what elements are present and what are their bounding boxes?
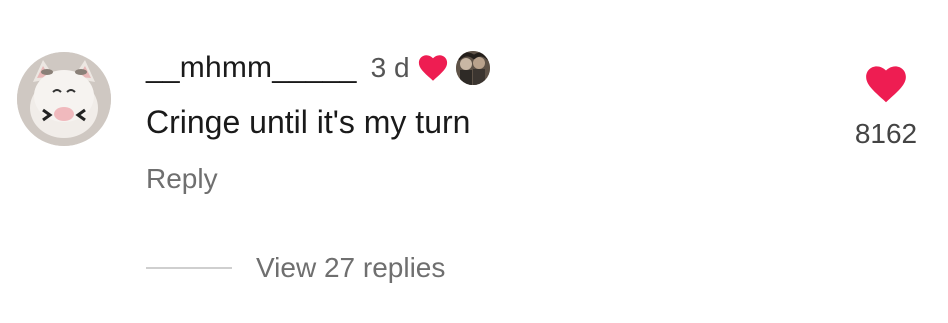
like-block: 8162 [846,66,926,150]
creator-avatar-icon [455,51,490,85]
view-replies-label[interactable]: View 27 replies [256,252,445,284]
view-replies-button[interactable]: View 27 replies [146,248,445,288]
reply-button[interactable]: Reply [146,163,218,195]
username[interactable]: __mhmm_____ [146,51,357,85]
like-count: 8162 [854,118,918,149]
comment-item: __mhmm_____ 3 d Cringe until it's my tur… [0,0,948,323]
comment-text: Cringe until it's my turn [146,104,471,140]
heart-icon[interactable] [865,66,907,104]
user-avatar[interactable] [17,52,111,146]
comment-timestamp: 3 d [370,52,410,83]
divider [146,267,232,269]
comment-header: __mhmm_____ 3 d [146,48,490,88]
heart-icon [418,54,447,81]
cat-avatar-icon [17,52,111,146]
